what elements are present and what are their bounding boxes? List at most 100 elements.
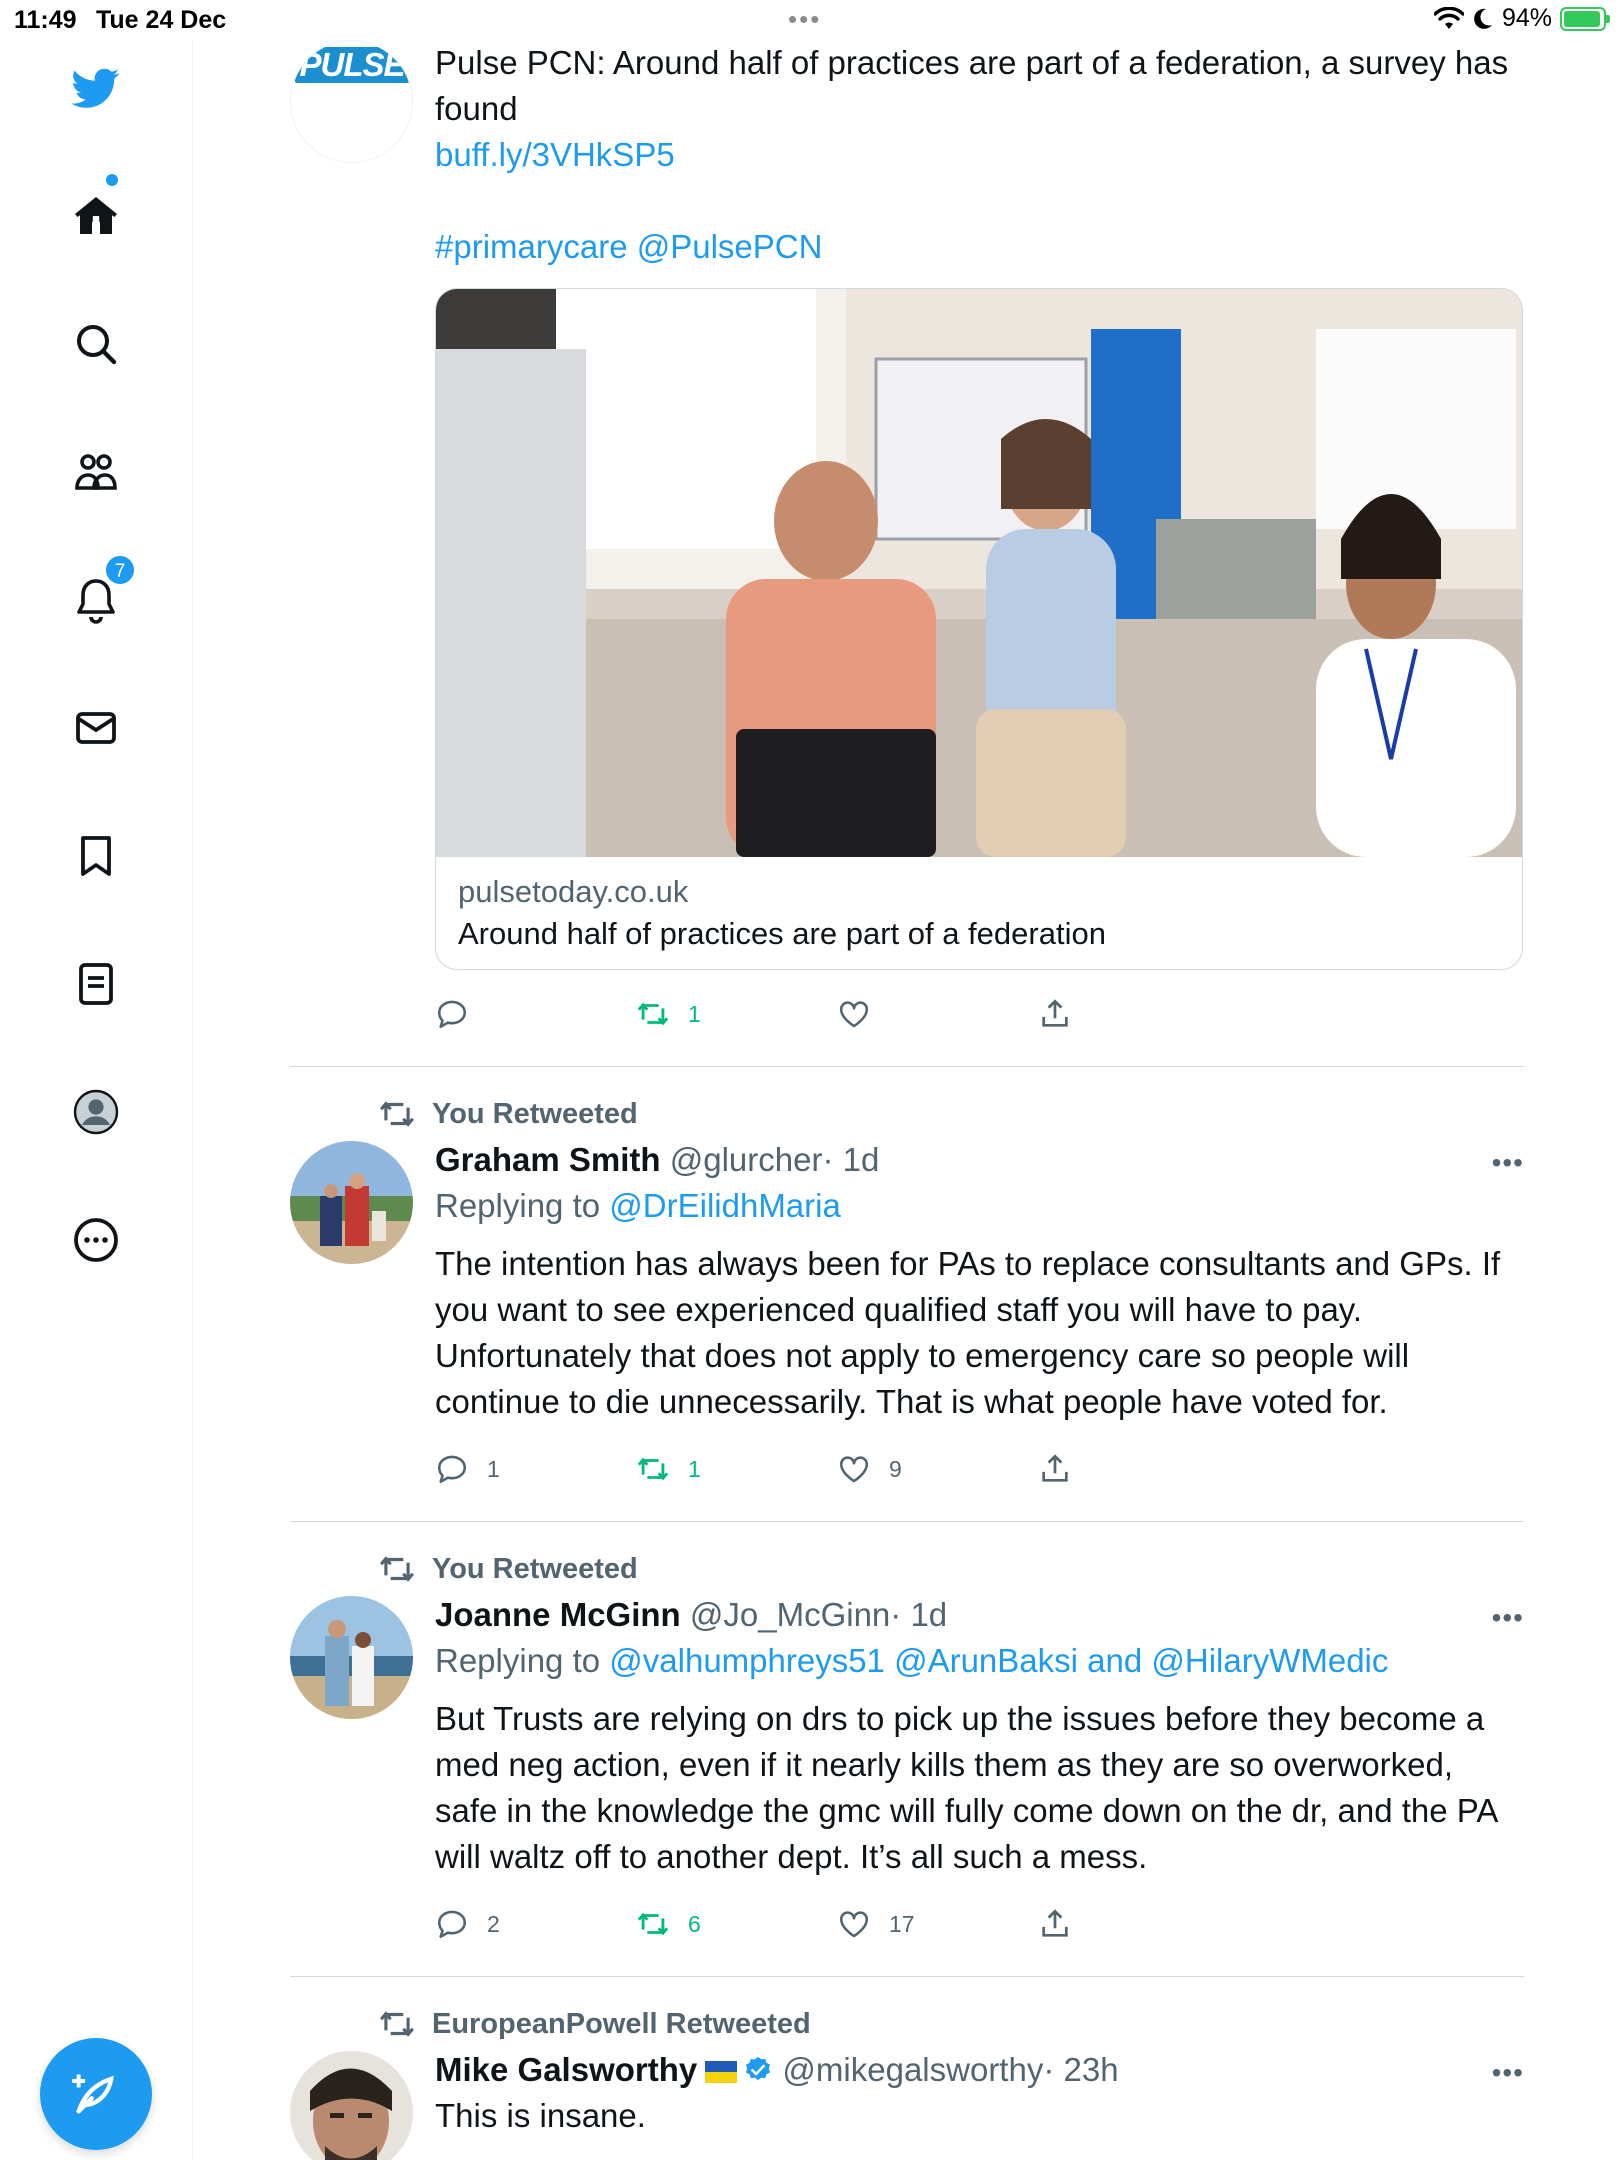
- heart-icon: [839, 1456, 869, 1483]
- author-name[interactable]: Graham Smith: [435, 1141, 661, 1178]
- pulse-avatar[interactable]: PULSE: [290, 40, 413, 163]
- tweet-header: Graham Smith @glurcher· 1d: [435, 1137, 1524, 1183]
- pulse-logo: PULSE: [295, 46, 409, 83]
- reply-button[interactable]: 1: [435, 1452, 636, 1486]
- share-button[interactable]: [1038, 1907, 1090, 1941]
- share-icon: [1042, 1454, 1068, 1482]
- reply-button[interactable]: [435, 997, 636, 1031]
- tweet-mike-galsworthy[interactable]: EuropeanPowell Retweeted Mike Galsworthy…: [290, 1977, 1524, 2160]
- twitter-logo-icon[interactable]: [62, 54, 130, 122]
- retweet-icon: [637, 1912, 669, 1936]
- tweet-joanne-mcginn[interactable]: You Retweeted Joanne McGinn @Jo_McGinn· …: [290, 1522, 1524, 1977]
- replying-to-link[interactable]: @valhumphreys51 @ArunBaksi and @HilaryWM…: [609, 1642, 1388, 1679]
- ukraine-flag-icon: [705, 2061, 738, 2083]
- wifi-icon: [1433, 6, 1464, 29]
- joanne-mcginn-avatar[interactable]: [290, 1596, 413, 1719]
- like-count: 9: [889, 1455, 902, 1482]
- tweet-actions: 1: [435, 984, 1524, 1044]
- author-handle[interactable]: @glurcher: [670, 1141, 823, 1178]
- reply-count: 2: [487, 1910, 500, 1937]
- retweet-context: You Retweeted: [378, 1546, 1524, 1592]
- share-icon: [1042, 1909, 1068, 1937]
- retweet-button[interactable]: 6: [636, 1907, 837, 1941]
- share-icon: [1042, 999, 1068, 1027]
- tweet-text: But Trusts are relying on drs to pick up…: [435, 1700, 1497, 1875]
- compose-feather-icon: [72, 2074, 114, 2114]
- compose-tweet-button[interactable]: [40, 2038, 152, 2150]
- communities-icon[interactable]: [62, 438, 130, 506]
- tweet-more-icon[interactable]: •••: [1492, 2057, 1524, 2089]
- status-indicators: 94%: [1433, 4, 1610, 33]
- reply-button[interactable]: 2: [435, 1907, 636, 1941]
- sidebar: 7: [0, 40, 193, 2160]
- profile-avatar-icon[interactable]: [62, 1078, 130, 1146]
- tweet-hashtags[interactable]: #primarycare @PulsePCN: [435, 224, 1524, 270]
- share-button[interactable]: [1038, 997, 1090, 1031]
- card-title: Around half of practices are part of a f…: [458, 916, 1106, 951]
- messages-envelope-icon[interactable]: [62, 694, 130, 762]
- link-preview-card[interactable]: pulsetoday.co.uk Around half of practice…: [435, 288, 1523, 970]
- author-handle[interactable]: @Jo_McGinn: [690, 1596, 890, 1633]
- card-domain: pulsetoday.co.uk: [458, 874, 689, 909]
- timeline-feed[interactable]: PULSE Pulse PCN: Around half of practice…: [290, 40, 1524, 2160]
- like-button[interactable]: 17: [837, 1907, 1038, 1941]
- reply-count: 1: [487, 1455, 500, 1482]
- author-name[interactable]: Joanne McGinn: [435, 1596, 681, 1633]
- tweet-header: Mike Galsworthy @mikegalsworthy· 23h: [435, 2047, 1524, 2093]
- moon-icon: [1474, 8, 1492, 29]
- retweet-count: 6: [688, 1910, 701, 1937]
- home-unread-dot: [106, 174, 118, 186]
- status-time: 11:49: [14, 6, 77, 34]
- battery-percent: 94%: [1501, 4, 1552, 32]
- author-name[interactable]: Mike Galsworthy: [435, 2051, 697, 2088]
- tweet-more-icon[interactable]: •••: [1492, 1602, 1524, 1634]
- graham-smith-avatar[interactable]: [290, 1141, 413, 1264]
- tweet-actions: 2 6 17: [435, 1894, 1524, 1954]
- mike-galsworthy-avatar[interactable]: [290, 2051, 413, 2160]
- retweet-icon: [637, 1002, 669, 1026]
- reply-icon: [437, 1000, 467, 1029]
- like-button[interactable]: 9: [837, 1452, 1038, 1486]
- replying-to: Replying to @DrEilidhMaria: [435, 1187, 841, 1224]
- heart-icon: [839, 1001, 869, 1028]
- retweet-context: EuropeanPowell Retweeted: [378, 2001, 1524, 2047]
- search-icon[interactable]: [62, 310, 130, 378]
- tweet-link[interactable]: buff.ly/3VHkSP5: [435, 132, 1524, 178]
- retweet-count: 1: [688, 1000, 701, 1027]
- author-handle[interactable]: @mikegalsworthy: [782, 2051, 1043, 2088]
- tweet-time: · 23h: [1043, 2051, 1119, 2088]
- tweet-text: The intention has always been for PAs to…: [435, 1245, 1501, 1420]
- replying-to: Replying to @valhumphreys51 @ArunBaksi a…: [435, 1642, 1389, 1679]
- like-button[interactable]: [837, 997, 1038, 1031]
- multitasking-dots-icon[interactable]: •••: [788, 4, 821, 35]
- reply-icon: [437, 1455, 467, 1484]
- tweet-graham-smith[interactable]: You Retweeted Graham Smith @glurcher· 1d…: [290, 1067, 1524, 1522]
- retweet-context-icon: [379, 2011, 415, 2037]
- home-icon[interactable]: [62, 182, 130, 250]
- tweet-pulse[interactable]: PULSE Pulse PCN: Around half of practice…: [290, 40, 1524, 1067]
- retweet-context: You Retweeted: [378, 1091, 1524, 1137]
- retweet-button[interactable]: 1: [636, 1452, 837, 1486]
- tweet-actions: 1 1 9: [435, 1439, 1524, 1499]
- tweet-more-icon[interactable]: •••: [1492, 1147, 1524, 1179]
- lists-icon[interactable]: [62, 950, 130, 1018]
- battery-icon: [1560, 6, 1610, 31]
- status-bar: 11:49 Tue 24 Dec ••• 94%: [0, 0, 1620, 40]
- tweet-header: Joanne McGinn @Jo_McGinn· 1d: [435, 1592, 1524, 1638]
- verified-badge-icon: [746, 2056, 771, 2081]
- retweet-icon: [637, 1457, 669, 1481]
- heart-icon: [839, 1911, 869, 1938]
- replying-to-link[interactable]: @DrEilidhMaria: [609, 1187, 841, 1224]
- share-button[interactable]: [1038, 1452, 1090, 1486]
- tweet-time: · 1d: [822, 1141, 880, 1178]
- bookmark-icon[interactable]: [62, 822, 130, 890]
- retweet-button[interactable]: 1: [636, 997, 837, 1031]
- tweet-text: This is insane.: [435, 2097, 646, 2134]
- retweet-context-icon: [379, 1101, 415, 1127]
- retweet-count: 1: [688, 1455, 701, 1482]
- reply-icon: [437, 1910, 467, 1939]
- tweet-text: Pulse PCN: Around half of practices are …: [435, 44, 1509, 127]
- notification-badge: 7: [104, 554, 136, 586]
- more-options-icon[interactable]: [62, 1206, 130, 1274]
- article-photo: [436, 289, 1522, 857]
